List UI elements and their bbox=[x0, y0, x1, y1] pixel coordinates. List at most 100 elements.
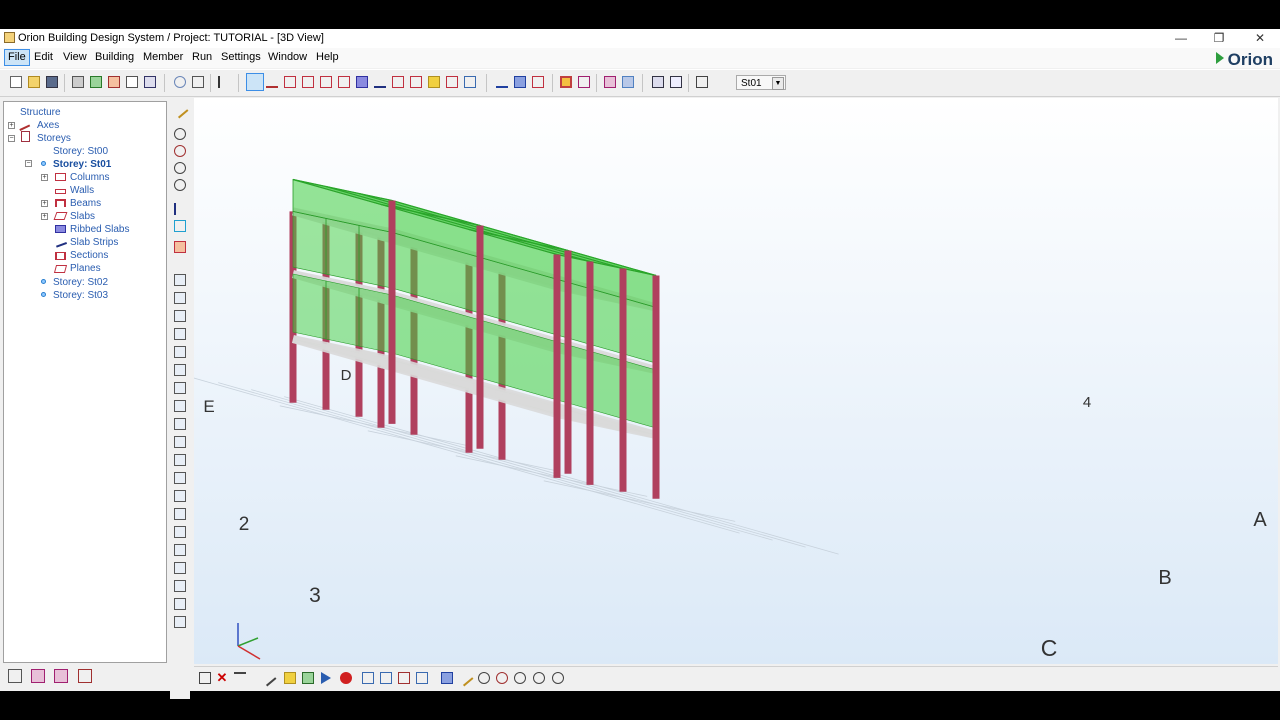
drawing-tool-icon[interactable] bbox=[174, 364, 186, 376]
filter-icon[interactable] bbox=[234, 672, 246, 684]
brush-icon[interactable] bbox=[259, 669, 277, 687]
close-split-icon[interactable] bbox=[398, 672, 410, 684]
single-view-icon[interactable] bbox=[416, 672, 428, 684]
collapse-icon[interactable]: − bbox=[25, 160, 32, 167]
drawing-tool-icon[interactable] bbox=[174, 598, 186, 610]
menu-settings[interactable]: Settings bbox=[218, 50, 264, 65]
record-icon[interactable] bbox=[340, 672, 352, 684]
storey-icon[interactable] bbox=[578, 76, 590, 88]
drawing-tool-icon[interactable] bbox=[174, 310, 186, 322]
undo-icon[interactable] bbox=[174, 76, 186, 88]
delete-icon[interactable] bbox=[192, 76, 204, 88]
analysis-icon[interactable] bbox=[78, 669, 92, 683]
zoom-window-icon[interactable] bbox=[478, 672, 490, 684]
help-icon[interactable] bbox=[174, 220, 186, 232]
expand-icon[interactable]: + bbox=[41, 213, 48, 220]
tree-storey-st01[interactable]: Storey: St01 bbox=[53, 159, 111, 170]
model-icon[interactable] bbox=[54, 669, 68, 683]
beam-icon[interactable] bbox=[320, 76, 332, 88]
tree-axes[interactable]: Axes bbox=[37, 120, 59, 131]
chevron-down-icon[interactable]: ▼ bbox=[772, 77, 784, 90]
split-vertical-icon[interactable] bbox=[362, 672, 374, 684]
wall-icon[interactable] bbox=[302, 76, 314, 88]
arch-icon[interactable] bbox=[496, 76, 508, 88]
export-icon[interactable] bbox=[90, 76, 102, 88]
tree-slab-strips[interactable]: Slab Strips bbox=[70, 237, 118, 248]
render-icon[interactable] bbox=[284, 672, 296, 684]
foundation-icon[interactable] bbox=[446, 76, 458, 88]
drawing-tool-icon[interactable] bbox=[174, 274, 186, 286]
tree-columns[interactable]: Columns bbox=[70, 172, 109, 183]
new-file-icon[interactable] bbox=[10, 76, 22, 88]
slab-strip-icon[interactable] bbox=[374, 76, 386, 88]
dxf-icon[interactable] bbox=[144, 76, 156, 88]
drawing-tool-icon[interactable] bbox=[174, 580, 186, 592]
member-icon[interactable] bbox=[174, 241, 186, 253]
rotate-view-icon[interactable] bbox=[496, 672, 508, 684]
close-view-icon[interactable]: ✕ bbox=[216, 671, 228, 684]
expand-icon[interactable]: + bbox=[41, 174, 48, 181]
zoom-out-icon[interactable] bbox=[174, 179, 186, 191]
tree-storey-st00[interactable]: Storey: St00 bbox=[53, 146, 108, 157]
tree-storeys[interactable]: Storeys bbox=[37, 133, 71, 144]
drawing-tool-icon[interactable] bbox=[174, 508, 186, 520]
drawing-tool-icon[interactable] bbox=[174, 400, 186, 412]
drawing-tool-icon[interactable] bbox=[174, 346, 186, 358]
zoom-in-icon[interactable] bbox=[174, 162, 186, 174]
storey-manager-icon[interactable] bbox=[31, 669, 45, 683]
tree-storey-st03[interactable]: Storey: St03 bbox=[53, 290, 108, 301]
measure-icon[interactable] bbox=[174, 203, 186, 215]
menu-help[interactable]: Help bbox=[313, 50, 342, 65]
building-icon[interactable] bbox=[604, 76, 616, 88]
restore-button[interactable]: ❐ bbox=[1199, 29, 1239, 48]
drawing-tool-icon[interactable] bbox=[174, 436, 186, 448]
highlight-icon[interactable] bbox=[560, 76, 572, 88]
image-icon[interactable] bbox=[302, 672, 314, 684]
column-icon[interactable] bbox=[284, 76, 296, 88]
window-cascade-icon[interactable] bbox=[670, 76, 682, 88]
drawing-tool-icon[interactable] bbox=[174, 472, 186, 484]
storey-selector[interactable]: St01 ▼ bbox=[736, 75, 786, 90]
play-icon[interactable] bbox=[321, 672, 331, 684]
storey-list-icon[interactable] bbox=[696, 76, 708, 88]
menu-run[interactable]: Run bbox=[189, 50, 215, 65]
zoom-out-icon[interactable] bbox=[533, 672, 545, 684]
zoom-extents-icon[interactable] bbox=[552, 672, 564, 684]
document-icon[interactable] bbox=[126, 76, 138, 88]
tree-sections[interactable]: Sections bbox=[70, 250, 108, 261]
window-tile-icon[interactable] bbox=[652, 76, 664, 88]
collapse-icon[interactable]: − bbox=[8, 135, 15, 142]
ribbed-slab-icon[interactable] bbox=[356, 76, 368, 88]
select-tool-button[interactable] bbox=[246, 73, 264, 91]
slab-icon[interactable] bbox=[338, 76, 350, 88]
save-icon[interactable] bbox=[46, 76, 58, 88]
table-icon[interactable] bbox=[108, 76, 120, 88]
drawing-tool-icon[interactable] bbox=[174, 526, 186, 538]
drawing-tool-icon[interactable] bbox=[174, 454, 186, 466]
pointer-icon[interactable] bbox=[218, 76, 230, 88]
stair-icon[interactable] bbox=[410, 76, 422, 88]
load-icon[interactable] bbox=[428, 76, 440, 88]
3d-view-canvas[interactable]: D E 4 2 3 A B C bbox=[194, 98, 1278, 664]
edit-icon[interactable] bbox=[456, 669, 474, 687]
menu-edit[interactable]: Edit bbox=[31, 50, 56, 65]
tree-slabs[interactable]: Slabs bbox=[70, 211, 95, 222]
menu-building[interactable]: Building bbox=[92, 50, 137, 65]
menu-view[interactable]: View bbox=[60, 50, 90, 65]
window-icon[interactable] bbox=[199, 672, 211, 684]
zoom-in-icon[interactable] bbox=[514, 672, 526, 684]
zoom-icon[interactable] bbox=[174, 128, 186, 140]
menu-window[interactable]: Window bbox=[265, 50, 310, 65]
drawing-tool-icon[interactable] bbox=[174, 418, 186, 430]
drawing-tool-icon[interactable] bbox=[174, 328, 186, 340]
drawing-tool-icon[interactable] bbox=[174, 382, 186, 394]
axis-line-icon[interactable] bbox=[266, 76, 278, 88]
open-folder-icon[interactable] bbox=[28, 76, 40, 88]
drawing-tool-icon[interactable] bbox=[174, 616, 186, 628]
drawing-tool-icon[interactable] bbox=[174, 544, 186, 556]
tree-walls[interactable]: Walls bbox=[70, 185, 94, 196]
tree-planes[interactable]: Planes bbox=[70, 263, 101, 274]
drawing-tool-icon[interactable] bbox=[174, 562, 186, 574]
expand-icon[interactable]: + bbox=[41, 200, 48, 207]
tree-ribbed-slabs[interactable]: Ribbed Slabs bbox=[70, 224, 129, 235]
